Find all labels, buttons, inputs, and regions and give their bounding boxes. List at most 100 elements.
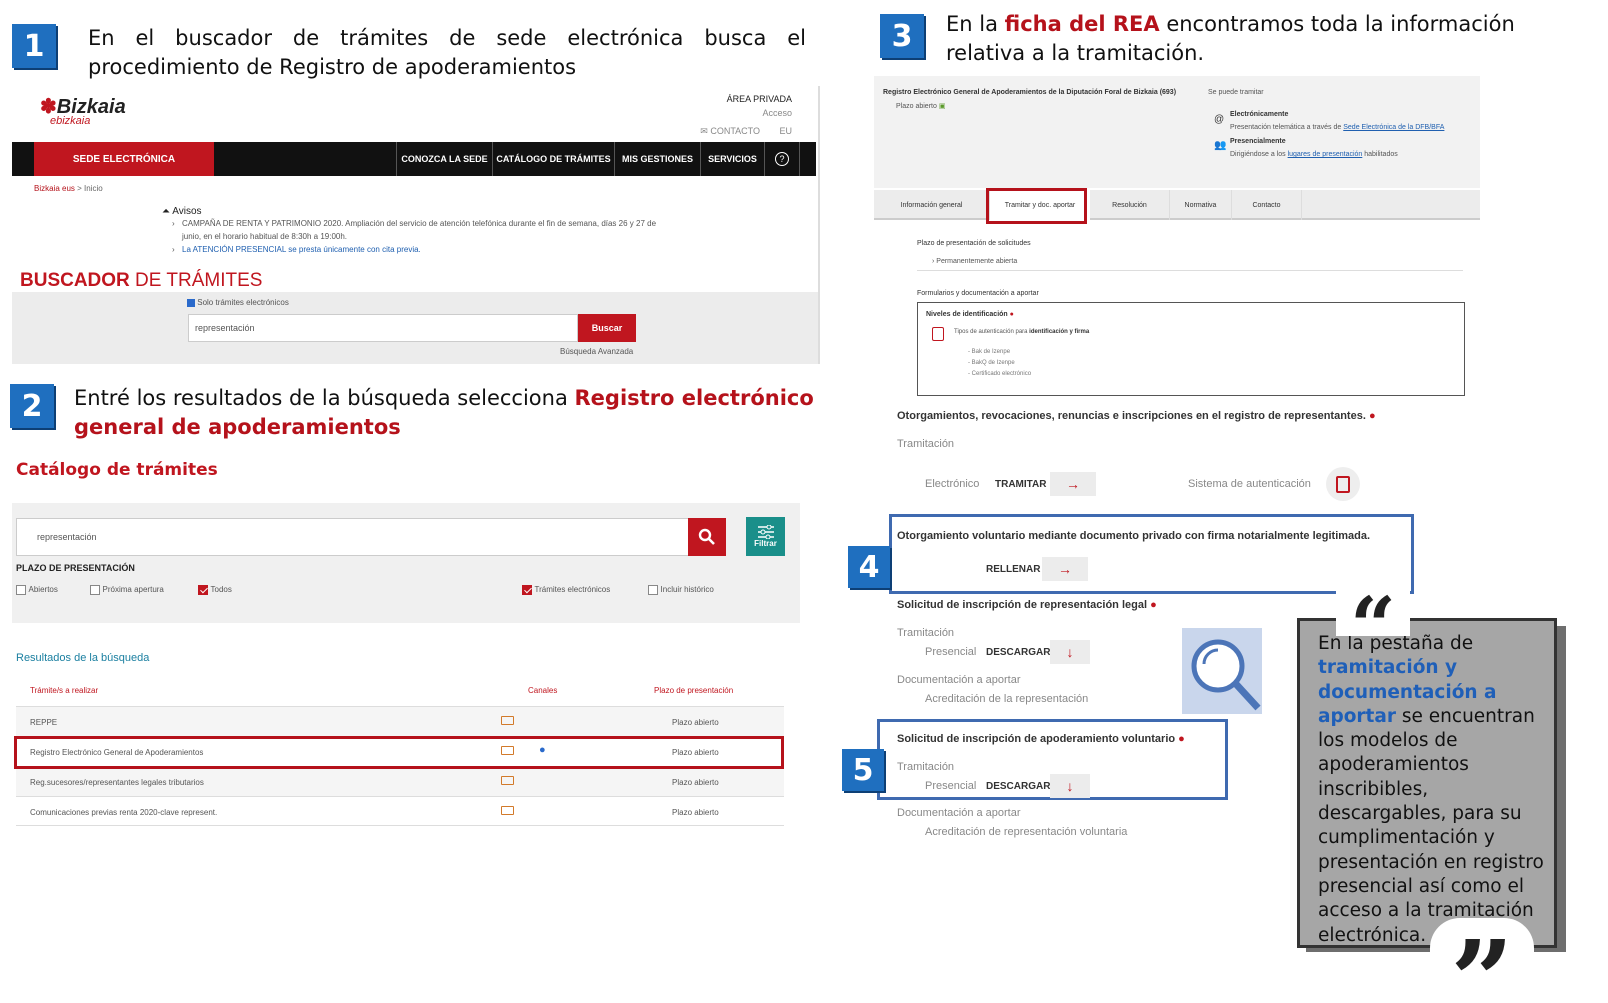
- filter-icon: [757, 525, 774, 539]
- solo-electronicos-checkbox[interactable]: Solo trámites electrónicos: [187, 298, 289, 307]
- catalogo-title: Catálogo de trámites: [16, 460, 218, 480]
- electronico-label: Electrónico: [925, 478, 980, 490]
- tab-informacion[interactable]: Información general: [874, 190, 990, 220]
- info-icon: ●: [1178, 733, 1185, 745]
- check-historico[interactable]: Incluir histórico: [648, 584, 714, 595]
- catalogo-search-input[interactable]: representación: [16, 518, 690, 556]
- results-title: Resultados de la búsqueda: [16, 652, 150, 664]
- plazo-solicitudes: Plazo de presentación de solicitudes: [917, 240, 1031, 247]
- contacto-link[interactable]: ✉ CONTACTO: [700, 126, 760, 137]
- doc-aportar-1: Documentación a aportar: [897, 674, 1021, 686]
- sol-legal-title: Solicitud de inscripción de representaci…: [897, 599, 1157, 611]
- search-icon: [698, 528, 715, 545]
- plazo-label: PLAZO DE PRESENTACIÓN: [16, 563, 135, 573]
- se-puede-tramitar: Se puede tramitar: [1208, 89, 1264, 96]
- check-abiertos[interactable]: Abiertos: [16, 584, 58, 595]
- niveles-box: Niveles de identificación ● Tipos de aut…: [917, 302, 1465, 396]
- otorgamientos-title: Otorgamientos, revocaciones, renuncias e…: [897, 410, 1376, 422]
- busqueda-avanzada-link[interactable]: Búsqueda Avanzada: [560, 347, 633, 356]
- close-quote-icon: ”: [1430, 918, 1534, 1003]
- calendar-icon: ▣: [938, 103, 946, 110]
- presencial-label: Presencial: [925, 646, 977, 658]
- rellenar-label[interactable]: RELLENAR: [986, 564, 1040, 575]
- electronicamente: Electrónicamente: [1230, 111, 1289, 118]
- tab-normativa[interactable]: Normativa: [1170, 190, 1232, 220]
- buscar-button[interactable]: Buscar: [578, 314, 636, 342]
- tramitar-arrow-button[interactable]: →: [1050, 472, 1096, 496]
- doc-aportar-2: Documentación a aportar: [897, 807, 1021, 819]
- buscador-title: BUSCADOR DE TRÁMITES: [20, 270, 263, 291]
- magnifier-icon: [1182, 628, 1262, 714]
- check-proxima[interactable]: Próxima apertura: [90, 584, 164, 595]
- nav-gestiones[interactable]: MIS GESTIONES: [614, 142, 700, 176]
- quote-text: En la pestaña de tramitación y documenta…: [1318, 633, 1544, 946]
- auth-3: - Certificado electrónico: [968, 371, 1032, 377]
- filtrar-button[interactable]: Filtrar: [746, 517, 785, 556]
- at-icon: @: [1214, 114, 1225, 125]
- tab-resolucion[interactable]: Resolución: [1090, 190, 1170, 220]
- arrow-right-icon: →: [1058, 561, 1072, 577]
- selected-row-highlight: [14, 736, 784, 769]
- mail-icon: ✉: [700, 126, 711, 136]
- divider: [917, 270, 1463, 271]
- col-canales: Canales: [528, 686, 558, 695]
- descargar-label-2[interactable]: DESCARGAR: [986, 781, 1050, 792]
- main-nav: SEDE ELECTRÓNICA CONOZCA LA SEDE CATÁLOG…: [12, 142, 816, 176]
- aviso-2[interactable]: › La ATENCIÓN PRESENCIAL se presta únicam…: [162, 243, 672, 256]
- pres-desc: Dirigiéndose a los lugares de presentaci…: [1230, 151, 1398, 158]
- descargar-label[interactable]: DESCARGAR: [986, 647, 1050, 658]
- check-todos[interactable]: Todos: [198, 584, 232, 595]
- formularios: Formularios y documentación a aportar: [917, 290, 1039, 297]
- tramitar-label[interactable]: TRAMITAR: [995, 479, 1046, 490]
- descargar-button-2[interactable]: ↓: [1050, 774, 1090, 798]
- catalogo-search-button[interactable]: [688, 518, 726, 556]
- tab-contacto[interactable]: Contacto: [1232, 190, 1302, 220]
- area-privada[interactable]: ÁREA PRIVADA: [727, 94, 792, 104]
- tab-highlight: [986, 188, 1087, 224]
- col-tramite: Trámite/s a realizar: [30, 686, 99, 695]
- step-5-badge: 5: [842, 749, 884, 791]
- step-3-text: En la ficha del REA encontramos toda la …: [946, 12, 1515, 65]
- table-row[interactable]: Comunicaciones previas renta 2020-clave …: [16, 796, 784, 826]
- presencial-label-2: Presencial: [925, 780, 977, 792]
- sede-electronica-tab[interactable]: SEDE ELECTRÓNICA: [34, 142, 214, 176]
- computer-icon: [501, 776, 514, 785]
- nav-catalogo[interactable]: CATÁLOGO DE TRÁMITES: [492, 142, 614, 176]
- acred-vol: Acreditación de representación voluntari…: [925, 826, 1128, 838]
- tramitacion-2: Tramitación: [897, 627, 955, 639]
- open-quote-icon: “: [1336, 576, 1410, 666]
- people-icon: 👥: [1214, 140, 1227, 151]
- ficha-plazo: Plazo abierto ▣: [896, 103, 946, 110]
- lang-eu[interactable]: EU: [779, 126, 792, 136]
- bell-icon: ⏶: [162, 206, 173, 217]
- elec-desc: Presentación telemática a través de Sede…: [1230, 124, 1445, 131]
- descargar-button-1[interactable]: ↓: [1050, 640, 1090, 664]
- breadcrumb: Bizkaia eus > Inicio: [34, 184, 103, 193]
- auth-1: - Bak de Izenpe: [968, 349, 1011, 355]
- table-row[interactable]: REPPE Plazo abierto: [16, 706, 784, 736]
- step-2-text: Entré los resultados de la búsqueda sele…: [74, 386, 814, 439]
- step-3-badge: 3: [880, 14, 924, 58]
- step-1-badge: 1: [12, 24, 56, 68]
- ficha-tabs: Información general Tramitar y doc. apor…: [874, 190, 1480, 220]
- ficha-title: Registro Electrónico General de Apoderam…: [883, 89, 1177, 96]
- arrow-down-icon: ↓: [1066, 778, 1074, 794]
- aviso-1[interactable]: › CAMPAÑA DE RENTA Y PATRIMONIO 2020. Amp…: [162, 217, 672, 243]
- nav-servicios[interactable]: SERVICIOS: [700, 142, 764, 176]
- auth-system-icon[interactable]: [1326, 467, 1360, 501]
- rellenar-arrow-button[interactable]: →: [1042, 557, 1088, 581]
- acceso-link[interactable]: Acceso: [762, 108, 792, 118]
- avisos: ⏶ Avisos › CAMPAÑA DE RENTA Y PATRIMONIO …: [162, 206, 672, 256]
- help-icon[interactable]: ?: [764, 142, 800, 176]
- presencialmente: Presencialmente: [1230, 138, 1286, 145]
- table-row[interactable]: Reg.sucesores/representantes legales tri…: [16, 766, 784, 796]
- check-electronicos[interactable]: Trámites electrónicos: [522, 584, 610, 595]
- permanentemente: › Permanentemente abierta: [932, 258, 1018, 265]
- step-2-badge: 2: [10, 384, 54, 428]
- computer-icon: [501, 716, 514, 725]
- nav-conozca[interactable]: CONOZCA LA SEDE: [396, 142, 492, 176]
- info-icon: ●: [1368, 410, 1376, 422]
- tramitacion-3: Tramitación: [897, 761, 955, 773]
- search-input[interactable]: representación: [188, 314, 578, 342]
- bizkaia-logo[interactable]: ✽Bizkaia ebizkaia: [40, 94, 126, 127]
